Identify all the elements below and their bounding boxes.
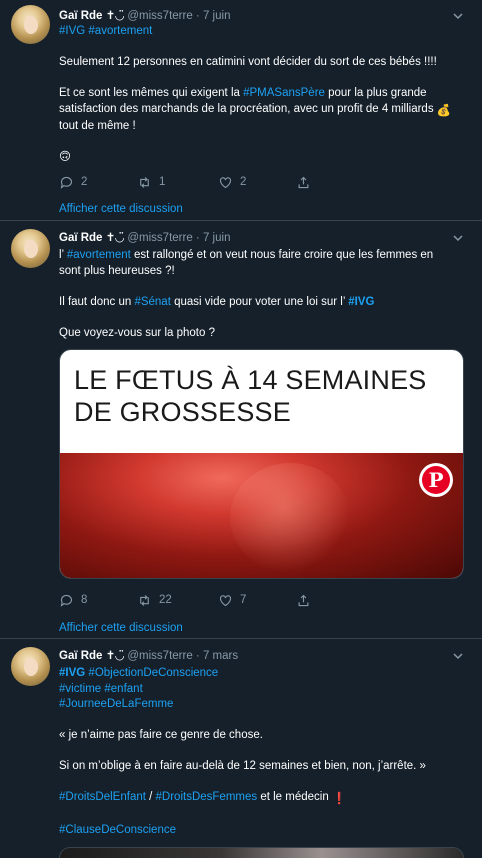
hashtag-line: #victime #enfant [59,682,464,698]
money-bag-emoji: 💰 [436,104,452,117]
tweet-line: tout de même ! [59,120,136,132]
reply-count: 8 [81,594,88,606]
hashtag-droits-enfant[interactable]: #DroitsDelEnfant [59,791,146,803]
retweet-count: 1 [159,176,166,188]
handle[interactable]: @miss7terre [127,232,192,244]
avatar[interactable] [11,229,50,268]
chevron-down-icon[interactable] [452,232,464,244]
share-button[interactable] [296,591,311,609]
like-button[interactable]: 7 [218,591,246,609]
hashtag-line: #IVG #ObjectionDeConscience [59,666,464,682]
show-thread-link[interactable]: Afficher cette discussion [59,621,183,635]
tweet-2[interactable]: Gaï Rde ✝◡̈ @miss7terre · 7 juin l’ #avo… [0,221,482,639]
share-button[interactable] [296,173,311,191]
hashtag-victime[interactable]: #victime [59,683,101,695]
tweet-text: l’ #avortement est rallongé et on veut n… [59,248,464,341]
avatar[interactable] [11,5,50,44]
tweet-line: Que voyez-vous sur la photo ? [59,326,215,339]
name-symbol: ✝◡̈ [105,10,125,22]
hashtag-clause[interactable]: #ClauseDeConscience [59,823,464,839]
hashtag-line[interactable]: #IVG #avortement [59,24,464,40]
tweet-line: l’ #avortement est rallongé et on veut n… [59,249,434,261]
heart-icon [219,594,232,606]
heart-icon [219,176,232,188]
display-name[interactable]: Gaï Rde [59,650,102,662]
tweet-date[interactable]: 7 juin [203,10,231,22]
like-count: 7 [240,594,247,606]
tweet-line: Seulement 12 personnes en catimini vont … [59,56,437,68]
tweet-line: Et ce sont les mêmes qui exigent la #PMA… [59,87,427,99]
tweet-actions: 2 1 2 [59,173,319,191]
tweet-3[interactable]: Gaï Rde ✝◡̈ @miss7terre · 7 mars #IVG #O… [0,639,482,858]
reply-count: 2 [81,176,88,188]
like-button[interactable]: 2 [218,173,246,191]
retweet-button[interactable]: 1 [137,173,165,191]
reply-button[interactable]: 2 [59,173,87,191]
hashtag-droits-femmes[interactable]: #DroitsDesFemmes [156,791,258,803]
upside-down-face-emoji: 🙃 [59,151,71,163]
retweet-count: 22 [159,594,172,606]
name-symbol: ✝◡̈ [105,650,125,662]
display-name[interactable]: Gaï Rde [59,10,102,22]
tweet-header: Gaï Rde ✝◡̈ @miss7terre · 7 juin [59,232,231,244]
tweet-line: Si on m’oblige à en faire au-delà de 12 … [59,760,426,772]
reply-button[interactable]: 8 [59,591,87,609]
tweet-date[interactable]: 7 mars [203,650,238,662]
hashtag-enfant[interactable]: #enfant [104,683,142,695]
display-name[interactable]: Gaï Rde [59,232,102,244]
hashtag-pmasanspere[interactable]: #PMASansPère [243,87,325,99]
card-title: LE FŒTUS À 14 SEMAINES DE GROSSESSE [74,365,427,427]
tweet-text: #IVG #ObjectionDeConscience #victime #en… [59,666,464,839]
tweet-actions: 8 22 7 [59,591,319,609]
handle[interactable]: @miss7terre [127,650,192,662]
pinterest-icon: P [419,463,453,497]
tweet-line: « je n’aime pas faire ce genre de chose. [59,729,263,741]
exclamation-emoji: ❗ [331,793,347,805]
tweet-1[interactable]: Gaï Rde ✝◡̈ @miss7terre · 7 juin #IVG #a… [0,0,482,221]
hashtag-senat[interactable]: #Sénat [134,296,170,308]
share-icon [298,594,309,606]
reply-icon [60,594,73,607]
hashtag-ivg[interactable]: #IVG [59,667,85,679]
chevron-down-icon[interactable] [452,650,464,662]
reply-icon [60,176,73,189]
tweet-line: #DroitsDelEnfant / #DroitsDesFemmes et l… [59,790,464,808]
tweet-date[interactable]: 7 juin [203,232,231,244]
avatar[interactable] [11,647,50,686]
tweet-header: Gaï Rde ✝◡̈ @miss7terre · 7 mars [59,650,239,662]
media-preview[interactable] [59,847,464,858]
like-count: 2 [240,176,247,188]
chevron-down-icon[interactable] [452,10,464,22]
hashtag-ivg[interactable]: #IVG [348,296,374,308]
tweet-text: #IVG #avortement Seulement 12 personnes … [59,24,464,166]
tweet-header: Gaï Rde ✝◡̈ @miss7terre · 7 juin [59,10,231,22]
show-thread-link[interactable]: Afficher cette discussion [59,202,183,216]
link-card[interactable]: LE FŒTUS À 14 SEMAINES DE GROSSESSE P [59,349,464,579]
share-icon [298,176,309,188]
hashtag-avortement[interactable]: #avortement [67,249,131,261]
tweet-line: Il faut donc un #Sénat quasi vide pour v… [59,295,375,308]
retweet-button[interactable]: 22 [137,591,172,609]
hashtag-journee[interactable]: #JourneeDeLaFemme [59,697,464,713]
tweet-line: satisfaction des marchands de la procréa… [59,102,464,120]
tweet-line: sont plus heureuses ?! [59,264,175,277]
handle[interactable]: @miss7terre [127,10,192,22]
retweet-icon [140,594,149,606]
card-image: P [60,453,463,578]
retweet-icon [140,176,149,188]
name-symbol: ✝◡̈ [105,232,125,244]
hashtag-objection[interactable]: #ObjectionDeConscience [88,667,218,679]
